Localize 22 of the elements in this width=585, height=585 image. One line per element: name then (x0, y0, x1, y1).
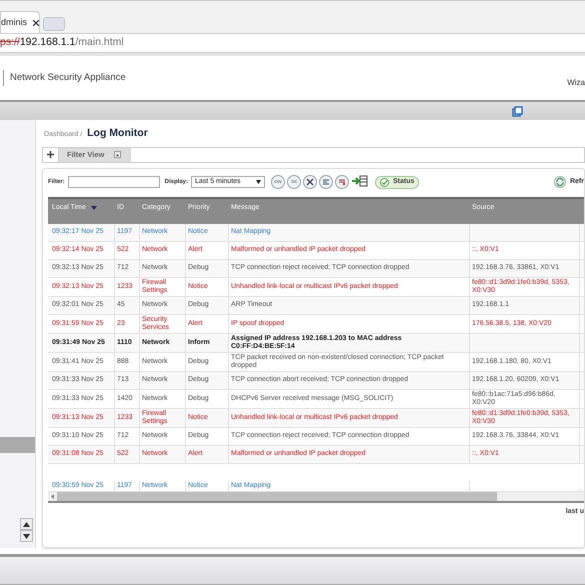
sort-icon (90, 206, 97, 210)
app-title: Network Security Appliance (10, 70, 126, 85)
plus-icon (47, 151, 54, 158)
up-arrow-icon (23, 522, 30, 526)
windows-icon[interactable] (512, 106, 523, 116)
browser-tab[interactable]: dminis (0, 11, 40, 33)
close-icon[interactable] (33, 20, 39, 26)
horizontal-scrollbar[interactable] (48, 492, 584, 503)
check-icon (380, 178, 390, 187)
close-tab-icon[interactable] (114, 151, 122, 158)
refresh-icon (554, 176, 566, 188)
caret-icon (256, 180, 262, 184)
wizard-link[interactable]: Wiza (567, 77, 585, 89)
page-title: Log Monitor (87, 126, 148, 141)
address-bar[interactable]: ps://192.168.1.1/main.html (0, 35, 124, 51)
filter-field[interactable] (68, 176, 160, 188)
export-table-icon[interactable] (351, 175, 368, 188)
scroll-up-button[interactable] (20, 518, 33, 530)
scroll-down-button[interactable] (20, 530, 33, 542)
left-arrow-icon[interactable] (51, 494, 54, 499)
down-arrow-icon (23, 534, 30, 538)
clear-list-icon[interactable] (335, 175, 350, 190)
